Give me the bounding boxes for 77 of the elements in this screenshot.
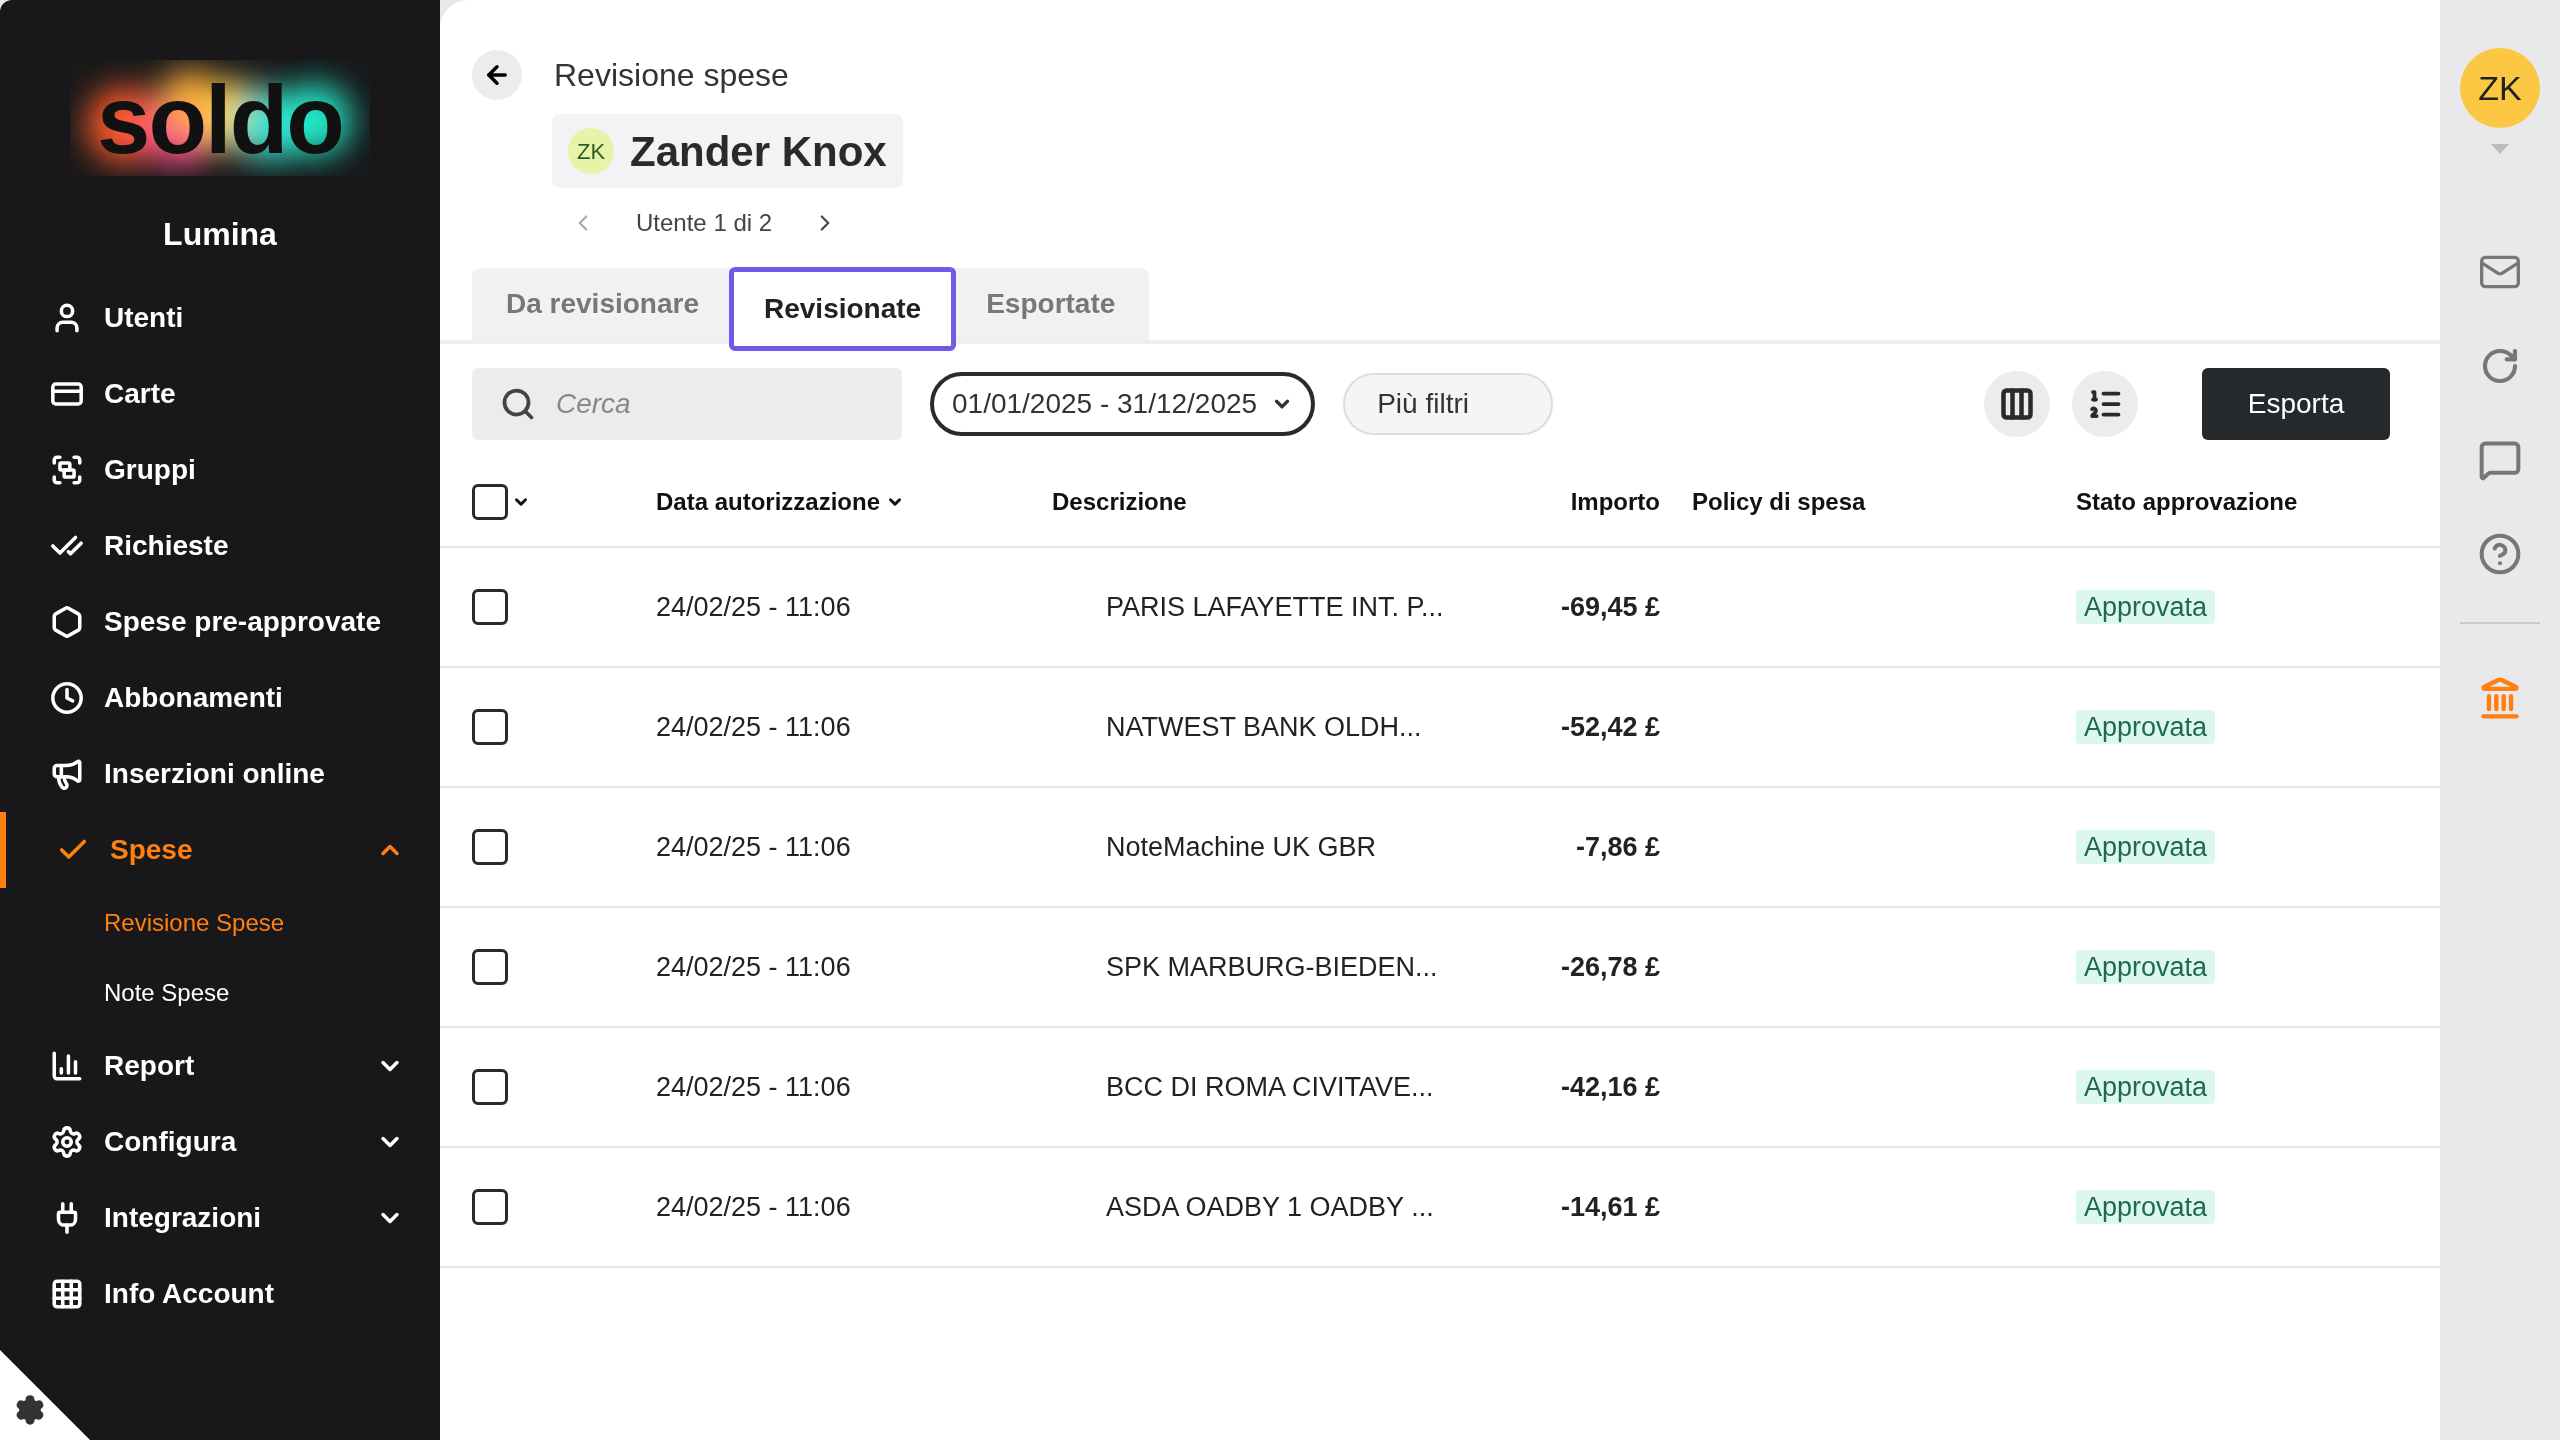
export-button[interactable]: Esporta	[2202, 368, 2390, 440]
checkbox[interactable]	[472, 1069, 508, 1105]
checkbox[interactable]	[472, 1189, 508, 1225]
nav-icon	[50, 1277, 84, 1311]
column-header: Policy di spesa	[1692, 488, 1866, 515]
column-header: Stato approvazione	[2076, 488, 2298, 515]
table-cell: 24/02/25 - 11:06	[656, 591, 851, 622]
nav-item[interactable]: Configura	[0, 1104, 440, 1180]
nav-icon	[50, 453, 84, 487]
checkbox[interactable]	[472, 484, 508, 520]
nav-item[interactable]: Report	[0, 1028, 440, 1104]
nav-item[interactable]: Abbonamenti	[0, 660, 440, 736]
nav-item[interactable]: Utenti	[0, 280, 440, 356]
search-field[interactable]: Cerca	[472, 368, 902, 440]
refresh-icon[interactable]	[2480, 346, 2520, 386]
table-cell: -7,86 £	[1575, 831, 1660, 862]
search-icon	[500, 386, 536, 422]
table-cell: 24/02/25 - 11:06	[656, 951, 851, 982]
company-name: Lumina	[162, 215, 278, 254]
date-range-picker[interactable]: 01/01/2025 - 31/12/2025	[930, 372, 1316, 436]
column-header: Importo	[1570, 488, 1660, 515]
chat-icon[interactable]	[2478, 438, 2522, 482]
table-cell: -14,61 £	[1560, 1191, 1660, 1222]
table-cell: -42,16 £	[1560, 1071, 1660, 1102]
status-badge: Approvata	[2076, 949, 2216, 984]
status-badge: Approvata	[2076, 589, 2216, 624]
table-cell: SPK MARBURG-BIEDEN...	[1106, 951, 1438, 982]
account-avatar[interactable]: ZK	[2460, 48, 2540, 128]
table-cell: -52,42 £	[1560, 711, 1660, 742]
search-input[interactable]: Cerca	[556, 383, 856, 425]
user-pager: Utente 1 di 2	[636, 208, 773, 238]
table-cell: ASDA OADBY 1 OADBY ...	[1106, 1191, 1434, 1222]
nav-item[interactable]: Info Account	[0, 1256, 440, 1332]
user-name: Zander Knox	[630, 126, 887, 177]
checkbox[interactable]	[472, 589, 508, 625]
nav-item[interactable]: Spese pre-approvate	[0, 584, 440, 660]
table-cell: NoteMachine UK GBR	[1106, 831, 1377, 862]
settings-icon[interactable]	[14, 1394, 46, 1426]
tab[interactable]: Da revisionare	[476, 262, 729, 346]
tab[interactable]: Esportate	[956, 262, 1146, 346]
table-cell: 24/02/25 - 11:06	[656, 711, 851, 742]
breadcrumb-title: Revisione spese	[554, 56, 789, 95]
nav-item[interactable]: Richieste	[0, 508, 440, 584]
table-cell: 24/02/25 - 11:06	[656, 1071, 851, 1102]
nav-subitem[interactable]: Note Spese	[0, 958, 440, 1028]
tab[interactable]: Revisionate	[729, 267, 957, 351]
nav-item[interactable]: Carte	[0, 356, 440, 432]
help-icon[interactable]	[2478, 532, 2522, 576]
checkbox[interactable]	[472, 709, 508, 745]
table-cell: -26,78 £	[1560, 951, 1660, 982]
filters-button[interactable]: Più filtri	[1343, 373, 1554, 435]
columns-icon	[1999, 386, 2035, 422]
back-button[interactable]	[472, 50, 522, 100]
table-cell: -69,45 £	[1560, 591, 1660, 622]
table-cell: PARIS LAFAYETTE INT. P...	[1106, 591, 1444, 622]
nav-icon	[50, 605, 84, 639]
status-badge: Approvata	[2076, 1069, 2216, 1104]
nav-item[interactable]: Gruppi	[0, 432, 440, 508]
nav-icon	[50, 681, 84, 715]
table-cell: 24/02/25 - 11:06	[656, 831, 851, 862]
table-cell: 24/02/25 - 11:06	[656, 1191, 851, 1222]
nav-icon	[50, 1125, 84, 1159]
nav-icon	[50, 1049, 84, 1083]
checkbox[interactable]	[472, 949, 508, 985]
nav-icon	[50, 757, 84, 791]
checkbox[interactable]	[472, 829, 508, 865]
status-badge: Approvata	[2076, 1189, 2216, 1224]
status-badge: Approvata	[2076, 709, 2216, 744]
column-header: Descrizione	[1052, 488, 1187, 515]
column-header[interactable]: Data autorizzazione	[656, 484, 881, 520]
table-cell: BCC DI ROMA CIVITAVE...	[1106, 1071, 1434, 1102]
table-cell: NATWEST BANK OLDH...	[1106, 711, 1422, 742]
nav-subitem[interactable]: Revisione Spese	[0, 888, 440, 958]
user-avatar: ZK	[568, 128, 614, 174]
nav-item[interactable]: Integrazioni	[0, 1180, 440, 1256]
nav-item[interactable]: Inserzioni online	[0, 736, 440, 812]
status-badge: Approvata	[2076, 829, 2216, 864]
